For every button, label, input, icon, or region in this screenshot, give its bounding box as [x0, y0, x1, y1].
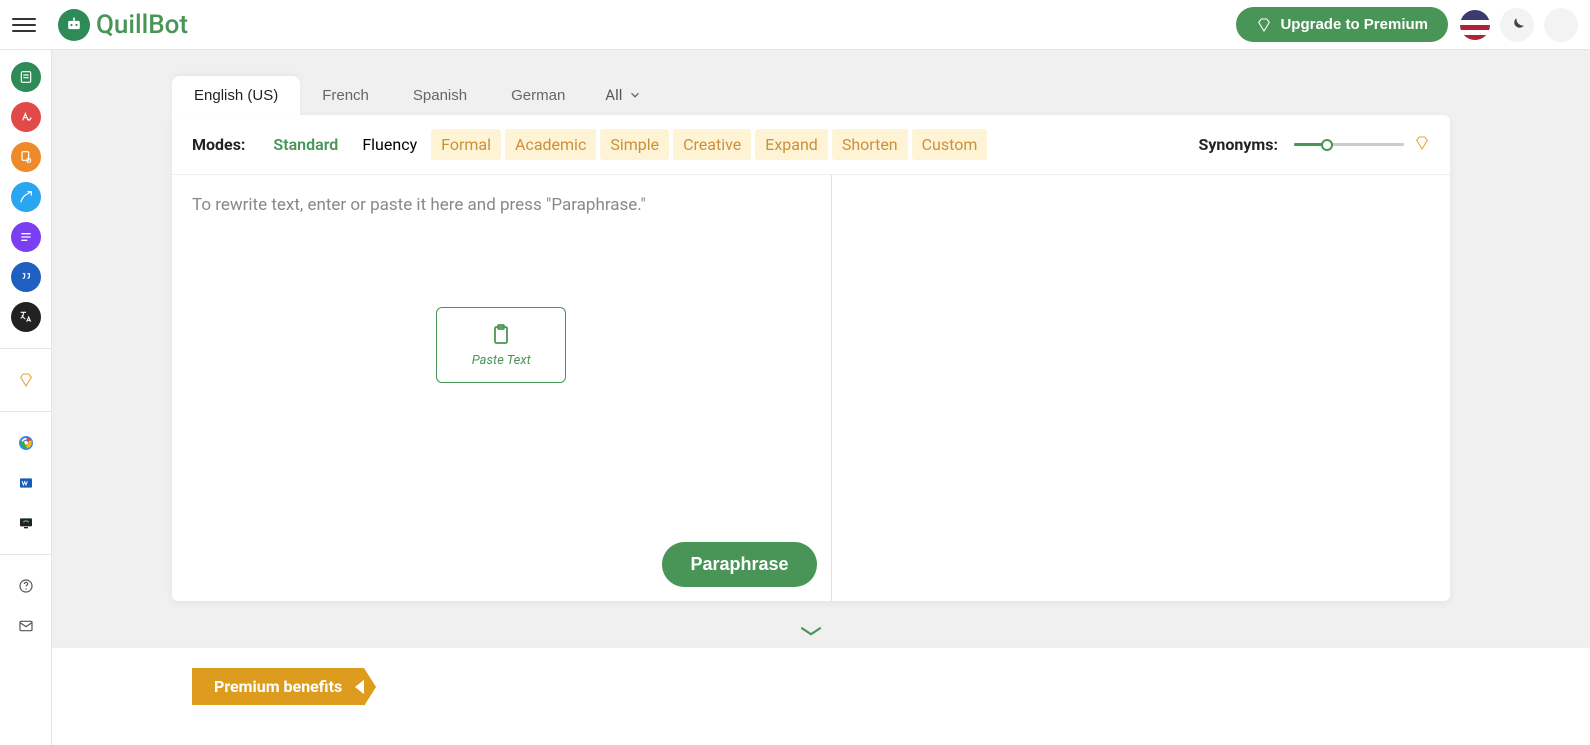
sidebar-divider — [0, 554, 51, 555]
sidebar-citation[interactable] — [11, 262, 41, 292]
slider-thumb[interactable] — [1321, 139, 1333, 151]
logo-icon — [58, 9, 90, 41]
input-pane[interactable]: To rewrite text, enter or paste it here … — [172, 175, 832, 601]
editor-panes: To rewrite text, enter or paste it here … — [172, 175, 1450, 601]
sidebar-paraphraser[interactable] — [11, 62, 41, 92]
language-region-button[interactable] — [1460, 10, 1490, 40]
clipboard-icon — [489, 323, 513, 347]
editor-card: Modes: Standard Fluency Formal Academic … — [172, 115, 1450, 601]
cowriter-icon — [18, 189, 34, 205]
logo-text: QuillBot — [96, 10, 188, 40]
mode-fluency[interactable]: Fluency — [352, 129, 427, 160]
sidebar-cowriter[interactable] — [11, 182, 41, 212]
mode-expand[interactable]: Expand — [755, 129, 828, 160]
contact-icon — [18, 618, 34, 634]
account-avatar[interactable] — [1544, 8, 1578, 42]
language-tab-spanish[interactable]: Spanish — [391, 76, 489, 115]
citation-generator-icon — [18, 269, 34, 285]
upgrade-label: Upgrade to Premium — [1280, 16, 1428, 33]
premium-diamond-icon — [18, 372, 34, 388]
synonyms-label: Synonyms: — [1198, 135, 1278, 154]
mode-formal[interactable]: Formal — [431, 129, 501, 160]
upgrade-to-premium-button[interactable]: Upgrade to Premium — [1236, 7, 1448, 42]
paraphrase-button[interactable]: Paraphrase — [662, 542, 816, 587]
sidebar-divider — [0, 411, 51, 412]
language-all-dropdown[interactable]: All — [587, 75, 660, 115]
theme-toggle[interactable] — [1500, 8, 1534, 42]
help-icon — [18, 578, 34, 594]
synonyms-slider[interactable] — [1294, 142, 1404, 148]
sidebar-premium[interactable] — [11, 365, 41, 395]
premium-benefits-label: Premium benefits — [214, 677, 342, 696]
diamond-icon — [1256, 17, 1272, 33]
sidebar-summarizer[interactable] — [11, 222, 41, 252]
modes-bar: Modes: Standard Fluency Formal Academic … — [172, 115, 1450, 175]
output-pane — [832, 175, 1451, 601]
moon-icon — [1508, 16, 1526, 34]
sidebar-desktop-extension[interactable] — [11, 508, 41, 538]
menu-toggle[interactable] — [12, 13, 36, 37]
sidebar-word-extension[interactable] — [11, 468, 41, 498]
language-tab-german[interactable]: German — [489, 76, 587, 115]
synonyms-premium-icon — [1414, 135, 1430, 155]
language-all-label: All — [605, 86, 622, 104]
language-tab-french[interactable]: French — [300, 76, 391, 115]
premium-benefits-section: Premium benefits — [52, 647, 1590, 745]
sidebar-chrome-extension[interactable] — [11, 428, 41, 458]
mode-simple[interactable]: Simple — [600, 129, 669, 160]
grammar-checker-icon — [18, 109, 34, 125]
word-extension-icon — [18, 475, 34, 491]
paste-text-button[interactable]: Paste Text — [436, 307, 566, 383]
input-placeholder: To rewrite text, enter or paste it here … — [192, 195, 811, 215]
premium-benefits-banner[interactable]: Premium benefits — [192, 668, 364, 705]
diamond-icon — [1414, 135, 1430, 151]
app-header: QuillBot Upgrade to Premium — [0, 0, 1590, 50]
modes-label: Modes: — [192, 135, 245, 154]
paste-label: Paste Text — [472, 353, 531, 368]
translator-icon — [18, 309, 34, 325]
mode-standard[interactable]: Standard — [263, 129, 348, 160]
mode-academic[interactable]: Academic — [505, 129, 596, 160]
sidebar-grammar[interactable] — [11, 102, 41, 132]
plagiarism-checker-icon — [18, 149, 34, 165]
paraphraser-icon — [18, 69, 34, 85]
desktop-extension-icon — [18, 515, 34, 531]
sidebar-help[interactable] — [11, 571, 41, 601]
sidebar-contact[interactable] — [11, 611, 41, 641]
logo[interactable]: QuillBot — [58, 9, 188, 41]
chevron-down-icon — [628, 88, 642, 102]
expand-panel-toggle[interactable] — [172, 601, 1450, 647]
sidebar-translator[interactable] — [11, 302, 41, 332]
summarizer-icon — [18, 229, 34, 245]
sidebar-divider — [0, 348, 51, 349]
mode-creative[interactable]: Creative — [673, 129, 751, 160]
mode-shorten[interactable]: Shorten — [832, 129, 908, 160]
language-tabs: English (US) French Spanish German All — [172, 75, 1450, 115]
sidebar — [0, 50, 52, 745]
mode-custom[interactable]: Custom — [912, 129, 988, 160]
main-area: English (US) French Spanish German All M… — [52, 50, 1590, 745]
language-tab-english-us[interactable]: English (US) — [172, 76, 300, 115]
chevron-down-icon — [798, 623, 824, 639]
chrome-extension-icon — [18, 435, 34, 451]
sidebar-plagiarism[interactable] — [11, 142, 41, 172]
